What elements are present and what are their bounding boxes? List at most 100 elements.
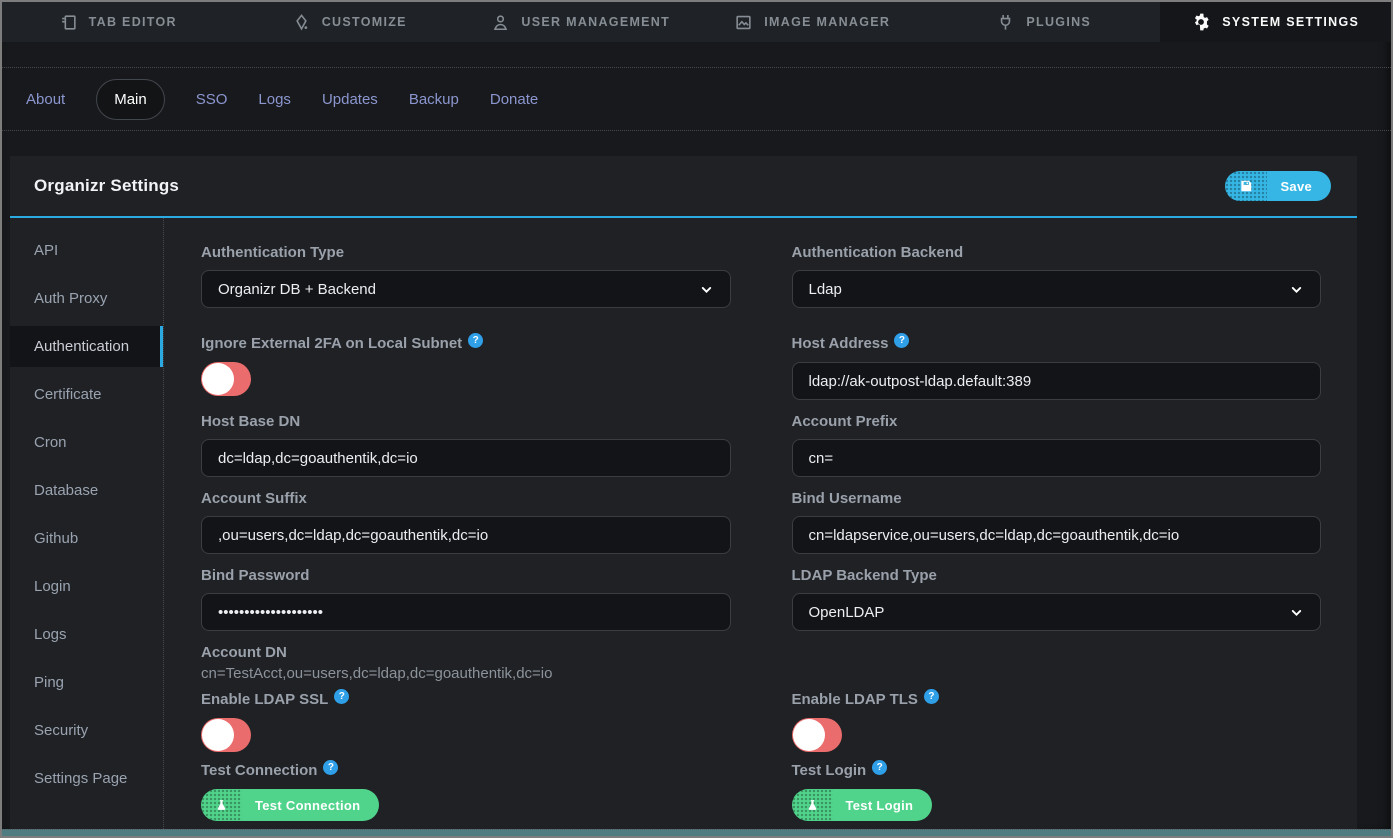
- help-icon[interactable]: ?: [468, 333, 483, 348]
- plugins-icon: [996, 13, 1015, 32]
- field-bind-username: Bind Username: [792, 490, 1322, 554]
- help-icon[interactable]: ?: [334, 689, 349, 704]
- nav-customize[interactable]: CUSTOMIZE: [234, 2, 466, 42]
- help-icon[interactable]: ?: [924, 689, 939, 704]
- bind-username-input[interactable]: [792, 516, 1322, 554]
- select-value: OpenLDAP: [809, 604, 885, 621]
- system-settings-gear-icon: [1191, 12, 1211, 32]
- account-prefix-input[interactable]: [792, 439, 1322, 477]
- enable-ldap-tls-label: Enable LDAP TLS?: [792, 691, 1322, 709]
- image-manager-icon: [734, 13, 753, 32]
- settings-tabs: About Main SSO Logs Updates Backup Donat…: [2, 67, 1391, 131]
- chevron-down-icon: [1289, 605, 1304, 620]
- sidebar-item-cron[interactable]: Cron: [10, 422, 163, 463]
- nav-label: SYSTEM SETTINGS: [1222, 15, 1359, 29]
- enable-ldap-ssl-toggle[interactable]: [201, 718, 251, 752]
- tab-logs[interactable]: Logs: [258, 91, 291, 108]
- authentication-backend-select[interactable]: Ldap: [792, 270, 1322, 308]
- host-address-label: Host Address?: [792, 335, 1322, 353]
- tab-backup[interactable]: Backup: [409, 91, 459, 108]
- test-connection-button-label: Test Connection: [242, 798, 379, 813]
- nav-system-settings[interactable]: SYSTEM SETTINGS: [1160, 2, 1392, 42]
- host-base-dn-input[interactable]: [201, 439, 731, 477]
- field-test-login: Test Login? Test Login: [792, 762, 1322, 821]
- top-nav: TAB EDITOR CUSTOMIZE USER MANAGEMENT IMA…: [2, 2, 1391, 42]
- flask-icon: [201, 789, 242, 821]
- sidebar-item-authentication[interactable]: Authentication: [10, 326, 163, 367]
- authentication-form: Authentication Type Organizr DB + Backen…: [163, 218, 1357, 829]
- field-authentication-backend: Authentication Backend Ldap: [792, 244, 1322, 308]
- account-suffix-label: Account Suffix: [201, 490, 731, 507]
- enable-ldap-tls-toggle[interactable]: [792, 718, 842, 752]
- authentication-type-select[interactable]: Organizr DB + Backend: [201, 270, 731, 308]
- authentication-type-label: Authentication Type: [201, 244, 731, 261]
- sidebar-item-login[interactable]: Login: [10, 566, 163, 607]
- sidebar-item-ping[interactable]: Ping: [10, 662, 163, 703]
- test-login-label: Test Login?: [792, 762, 1322, 780]
- field-enable-ldap-ssl: Enable LDAP SSL?: [201, 691, 731, 752]
- organizr-window: TAB EDITOR CUSTOMIZE USER MANAGEMENT IMA…: [0, 0, 1393, 838]
- authentication-backend-label: Authentication Backend: [792, 244, 1322, 261]
- nav-label: CUSTOMIZE: [322, 15, 407, 29]
- nav-user-management[interactable]: USER MANAGEMENT: [465, 2, 697, 42]
- account-suffix-input[interactable]: [201, 516, 731, 554]
- field-ignore-2fa: Ignore External 2FA on Local Subnet?: [201, 335, 731, 400]
- nav-label: IMAGE MANAGER: [764, 15, 890, 29]
- toggle-knob: [793, 719, 825, 751]
- sidebar-item-api[interactable]: API: [10, 230, 163, 271]
- flask-icon: [792, 789, 833, 821]
- toggle-knob: [202, 363, 234, 395]
- field-account-prefix: Account Prefix: [792, 413, 1322, 477]
- select-value: Organizr DB + Backend: [218, 281, 376, 298]
- tab-about[interactable]: About: [26, 91, 65, 108]
- help-icon[interactable]: ?: [323, 760, 338, 775]
- save-button-label: Save: [1267, 179, 1331, 194]
- field-test-connection: Test Connection? Test Connection: [201, 762, 731, 821]
- tab-sso[interactable]: SSO: [196, 91, 228, 108]
- bind-username-label: Bind Username: [792, 490, 1322, 507]
- nav-tab-editor[interactable]: TAB EDITOR: [2, 2, 234, 42]
- field-ldap-backend-type: LDAP Backend Type OpenLDAP: [792, 567, 1322, 631]
- sidebar-item-logs[interactable]: Logs: [10, 614, 163, 655]
- nav-label: PLUGINS: [1026, 15, 1091, 29]
- bind-password-input[interactable]: [201, 593, 731, 631]
- host-base-dn-label: Host Base DN: [201, 413, 731, 430]
- account-prefix-label: Account Prefix: [792, 413, 1322, 430]
- field-host-address: Host Address?: [792, 335, 1322, 400]
- sidebar-item-auth-proxy[interactable]: Auth Proxy: [10, 278, 163, 319]
- nav-label: USER MANAGEMENT: [521, 15, 670, 29]
- sidebar-item-settings-page[interactable]: Settings Page: [10, 758, 163, 799]
- field-account-suffix: Account Suffix: [201, 490, 731, 554]
- sidebar-item-github[interactable]: Github: [10, 518, 163, 559]
- chevron-down-icon: [1289, 282, 1304, 297]
- toggle-knob: [202, 719, 234, 751]
- tab-updates[interactable]: Updates: [322, 91, 378, 108]
- test-login-button-label: Test Login: [833, 798, 933, 813]
- test-login-button[interactable]: Test Login: [792, 789, 933, 821]
- help-icon[interactable]: ?: [872, 760, 887, 775]
- sidebar-item-database[interactable]: Database: [10, 470, 163, 511]
- page-title: Organizr Settings: [34, 176, 179, 196]
- enable-ldap-ssl-label: Enable LDAP SSL?: [201, 691, 731, 709]
- ldap-backend-type-select[interactable]: OpenLDAP: [792, 593, 1322, 631]
- tab-editor-icon: [59, 13, 78, 32]
- nav-image-manager[interactable]: IMAGE MANAGER: [697, 2, 929, 42]
- panel-body: API Auth Proxy Authentication Certificat…: [10, 218, 1357, 829]
- test-connection-button[interactable]: Test Connection: [201, 789, 379, 821]
- test-connection-label: Test Connection?: [201, 762, 731, 780]
- nav-plugins[interactable]: PLUGINS: [928, 2, 1160, 42]
- settings-sidebar: API Auth Proxy Authentication Certificat…: [10, 218, 163, 829]
- select-value: Ldap: [809, 281, 842, 298]
- sidebar-item-certificate[interactable]: Certificate: [10, 374, 163, 415]
- host-address-input[interactable]: [792, 362, 1322, 400]
- user-management-icon: [491, 13, 510, 32]
- help-icon[interactable]: ?: [894, 333, 909, 348]
- tab-donate[interactable]: Donate: [490, 91, 538, 108]
- field-enable-ldap-tls: Enable LDAP TLS?: [792, 691, 1322, 752]
- save-button[interactable]: Save: [1225, 171, 1331, 201]
- field-authentication-type: Authentication Type Organizr DB + Backen…: [201, 244, 731, 308]
- field-bind-password: Bind Password: [201, 567, 731, 631]
- sidebar-item-security[interactable]: Security: [10, 710, 163, 751]
- tab-main[interactable]: Main: [96, 79, 165, 120]
- ignore-2fa-toggle[interactable]: [201, 362, 251, 396]
